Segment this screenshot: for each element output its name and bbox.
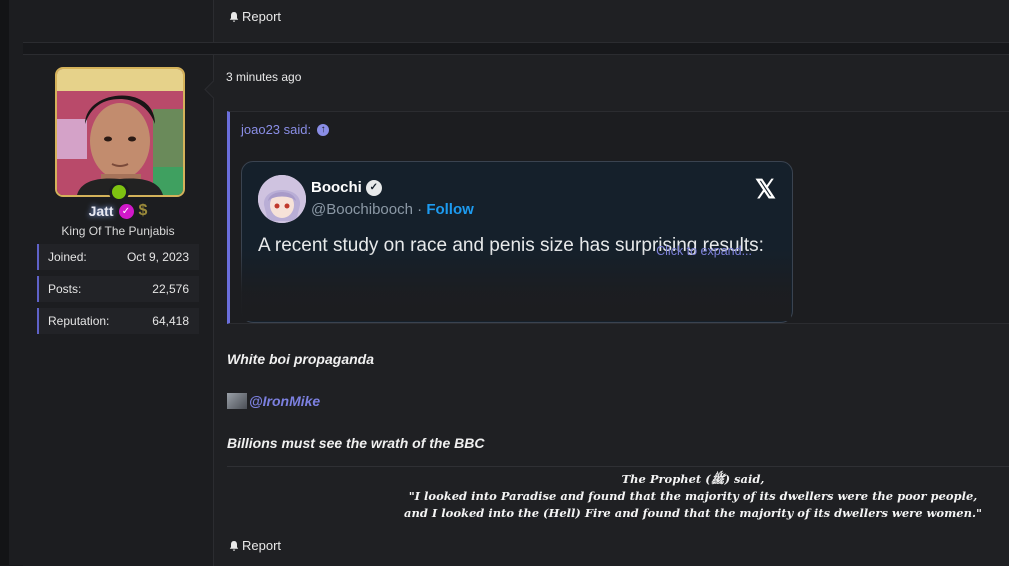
tweet-name-row: Boochi ✓ <box>311 179 382 196</box>
left-gutter <box>0 0 9 565</box>
post: Jatt ✓ $ King Of The Punjabis Joined: Oc… <box>23 54 1009 566</box>
separator-dot: · <box>417 201 423 218</box>
post-timestamp[interactable]: 3 minutes ago <box>226 70 301 84</box>
avatar[interactable] <box>55 67 185 197</box>
stat-joined: Joined: Oct 9, 2023 <box>37 244 199 270</box>
avatar-image <box>57 69 183 195</box>
arrow-up-icon[interactable]: ↑ <box>317 123 330 136</box>
report-label: Report <box>242 9 282 24</box>
username[interactable]: Jatt <box>89 203 114 219</box>
signature: The Prophet (ﷺ) said, "I looked into Par… <box>393 471 993 522</box>
stat-value: 64,418 <box>152 314 189 328</box>
signature-line: "I looked into Paradise and found that t… <box>408 489 978 503</box>
mention-row: @IronMike <box>227 393 320 409</box>
stat-label: Reputation: <box>48 314 110 328</box>
stat-posts: Posts: 22,576 <box>37 276 199 302</box>
signature-divider <box>227 466 1009 467</box>
online-indicator <box>109 182 129 202</box>
bell-icon <box>229 11 239 22</box>
stat-label: Posts: <box>48 282 82 296</box>
quote-fade-overlay <box>241 249 791 321</box>
tweet-handle-row: @Boochibooch · Follow <box>311 201 474 218</box>
user-column: Jatt ✓ $ King Of The Punjabis Joined: Oc… <box>23 55 214 566</box>
report-button[interactable]: Report <box>228 9 281 24</box>
report-label: Report <box>242 538 282 553</box>
mention-avatar[interactable] <box>227 393 247 409</box>
verified-check-icon: ✓ <box>365 179 382 196</box>
quote-author[interactable]: joao23 said: <box>241 122 311 137</box>
left-gutter-inner <box>9 0 23 565</box>
bell-icon <box>229 540 239 551</box>
user-title: King Of The Punjabis <box>61 224 175 238</box>
username-row: Jatt ✓ $ <box>23 202 213 220</box>
tweet-handle[interactable]: @Boochibooch <box>311 201 413 218</box>
signature-line: The Prophet (ﷺ) said, <box>621 472 765 486</box>
message-line: White boi propaganda <box>227 351 374 367</box>
stat-label: Joined: <box>48 250 87 264</box>
previous-post: Report <box>23 0 1009 43</box>
signature-line: and I looked into the (Hell) Fire and fo… <box>404 506 982 520</box>
mention-link[interactable]: @IronMike <box>249 393 320 409</box>
follow-button[interactable]: Follow <box>426 201 474 218</box>
x-logo-icon[interactable]: 𝕏 <box>755 174 776 205</box>
verified-badge-icon: ✓ <box>118 203 134 219</box>
message-line: Billions must see the wrath of the BBC <box>227 435 485 451</box>
report-button[interactable]: Report <box>228 538 281 553</box>
quote-block: joao23 said: ↑ Boochi ✓ @Boochibooch · F… <box>227 111 1009 324</box>
tweet-avatar[interactable] <box>258 175 306 223</box>
stat-reputation: Reputation: 64,418 <box>37 308 199 334</box>
quote-attribution[interactable]: joao23 said: ↑ <box>241 122 330 137</box>
previous-post-user-column <box>23 0 214 42</box>
tweet-author-name[interactable]: Boochi <box>311 179 362 196</box>
tweet-avatar-image <box>258 175 306 223</box>
click-to-expand-link[interactable]: Click to expand... <box>230 244 752 258</box>
dollar-icon: $ <box>138 202 148 219</box>
stat-value: 22,576 <box>152 282 189 296</box>
stat-value: Oct 9, 2023 <box>126 250 189 264</box>
